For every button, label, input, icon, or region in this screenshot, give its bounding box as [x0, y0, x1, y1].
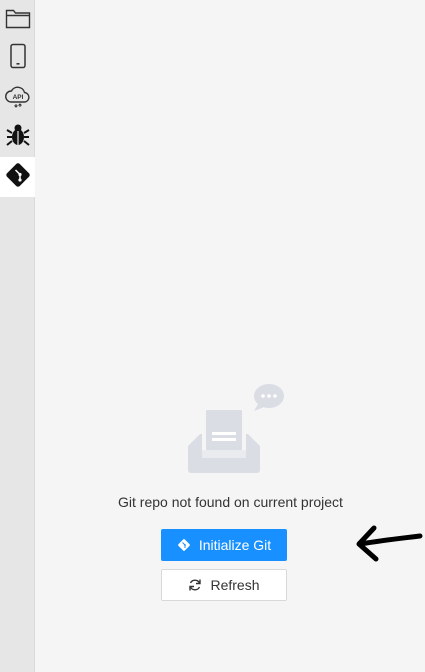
refresh-label: Refresh	[210, 577, 260, 593]
empty-inbox-icon	[186, 380, 286, 483]
activity-item-debug[interactable]	[0, 117, 35, 157]
git-icon	[177, 538, 191, 552]
activity-item-explorer[interactable]	[0, 0, 35, 40]
git-icon	[4, 161, 32, 194]
activity-item-api[interactable]: API	[0, 78, 35, 118]
git-panel: Git repo not found on current project In…	[36, 0, 425, 672]
api-cloud-icon: API	[4, 83, 32, 114]
initialize-git-button[interactable]: Initialize Git	[161, 529, 287, 561]
activity-item-device[interactable]	[0, 38, 35, 78]
refresh-icon	[188, 578, 202, 592]
activity-bar: API	[0, 0, 35, 672]
refresh-button[interactable]: Refresh	[161, 569, 287, 601]
repo-not-found-message: Git repo not found on current project	[118, 494, 343, 510]
svg-text:API: API	[12, 94, 23, 101]
initialize-git-label: Initialize Git	[198, 537, 272, 553]
app-window: API Git repo not found on current projec…	[0, 0, 425, 672]
folder-icon	[5, 7, 31, 34]
bug-icon	[5, 122, 31, 153]
mobile-phone-icon	[9, 43, 27, 74]
annotation-arrow-icon	[354, 520, 424, 571]
activity-item-git[interactable]	[0, 157, 35, 197]
